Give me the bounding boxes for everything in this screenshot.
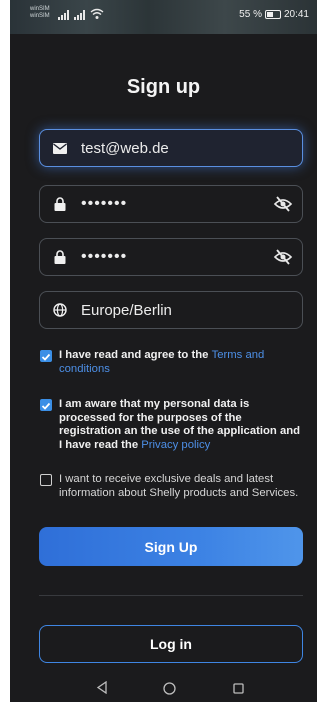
- battery-percent: 55 %: [239, 9, 262, 20]
- carrier-line-1: winSIM: [30, 6, 50, 12]
- confirm-password-field[interactable]: •••••••: [39, 238, 303, 276]
- confirm-password-value: •••••••: [81, 248, 128, 265]
- page-title: Sign up: [126, 76, 201, 98]
- battery-status: 55 % 20:41: [239, 9, 309, 20]
- status-bar: winSIM winSIM 55 % 20:41: [10, 0, 317, 34]
- email-field[interactable]: test@web.de: [39, 129, 303, 167]
- home-icon[interactable]: [163, 682, 176, 695]
- wifi-icon: [90, 8, 104, 19]
- app-screen: winSIM winSIM 55 % 20:41 Sign up test@we…: [10, 0, 317, 702]
- sign-up-button[interactable]: Sign Up: [39, 527, 303, 566]
- privacy-checkbox-row[interactable]: I am aware that my personal data is proc…: [40, 398, 302, 452]
- privacy-link[interactable]: Privacy policy: [141, 439, 210, 451]
- terms-text: I have read and agree to the: [59, 349, 212, 361]
- signal-icon: [74, 10, 85, 20]
- email-value: test@web.de: [81, 139, 169, 157]
- terms-checkbox-row[interactable]: I have read and agree to the Terms and c…: [40, 349, 302, 376]
- log-in-button[interactable]: Log in: [39, 625, 303, 663]
- system-nav-bar: [10, 675, 317, 702]
- eye-off-icon[interactable]: [273, 194, 293, 214]
- carrier-line-2: winSIM: [30, 13, 50, 19]
- globe-icon: [51, 301, 69, 319]
- divider: [39, 595, 303, 596]
- marketing-checkbox-row[interactable]: I want to receive exclusive deals and la…: [40, 473, 302, 500]
- clock: 20:41: [283, 9, 309, 20]
- back-icon[interactable]: [96, 681, 108, 694]
- password-value: •••••••: [81, 195, 128, 212]
- carrier-label: winSIM winSIM: [30, 6, 50, 20]
- lock-icon: [51, 195, 69, 213]
- terms-checkbox[interactable]: [40, 350, 52, 362]
- eye-off-icon[interactable]: [273, 247, 293, 267]
- signal-icon: [58, 10, 69, 20]
- mail-icon: [51, 139, 69, 157]
- battery-icon: [264, 10, 281, 19]
- timezone-value: Europe/Berlin: [81, 301, 172, 319]
- timezone-field[interactable]: Europe/Berlin: [39, 291, 303, 329]
- privacy-label: I am aware that my personal data is proc…: [59, 398, 302, 452]
- marketing-label: I want to receive exclusive deals and la…: [59, 473, 299, 499]
- password-field[interactable]: •••••••: [39, 185, 303, 223]
- lock-icon: [51, 248, 69, 266]
- terms-label: I have read and agree to the Terms and c…: [59, 349, 302, 376]
- marketing-checkbox[interactable]: [40, 474, 52, 486]
- privacy-checkbox[interactable]: [40, 399, 52, 411]
- recent-apps-icon[interactable]: [233, 683, 244, 694]
